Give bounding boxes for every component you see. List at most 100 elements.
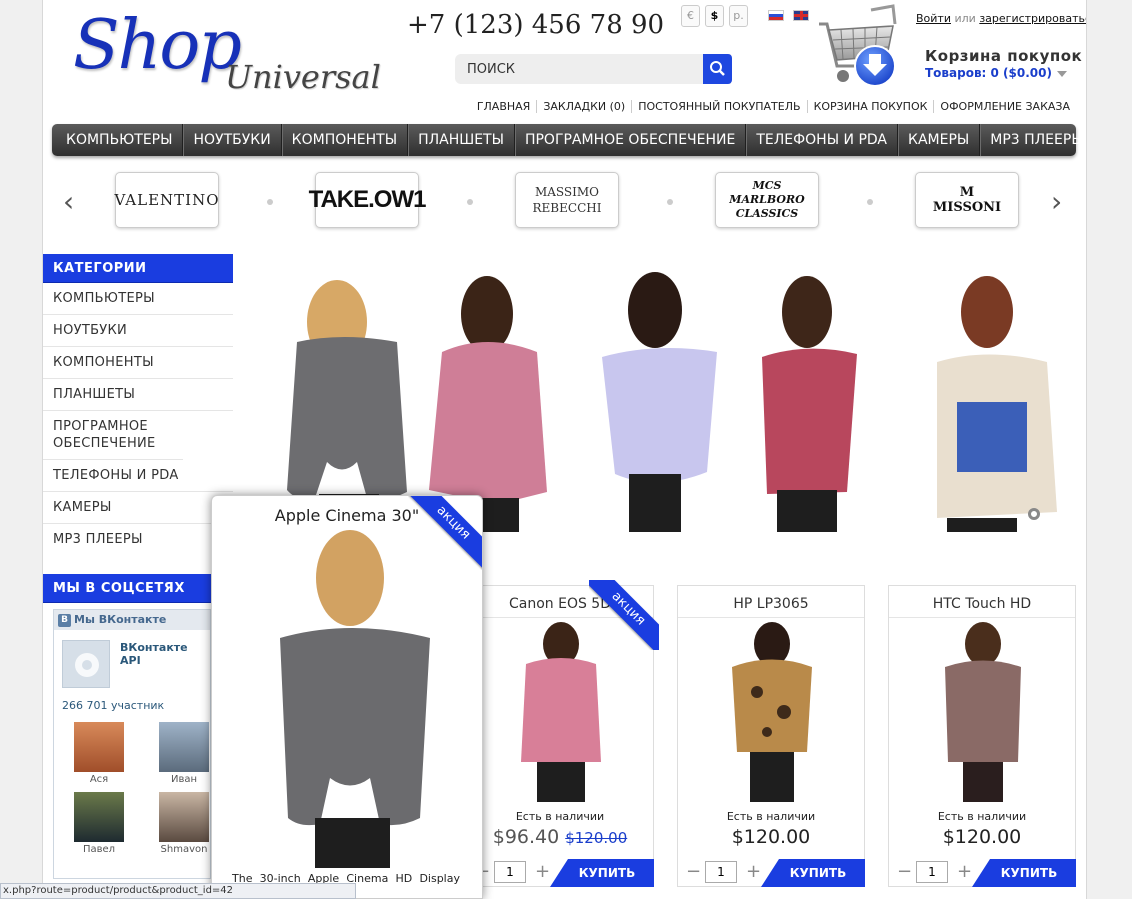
avatar [159,722,209,772]
sidebar-item-laptops[interactable]: НОУТБУКИ [43,315,233,347]
carousel-separator [267,199,273,205]
brand-take-two[interactable]: TAKE.OW1 [309,172,426,228]
quantity-stepper: − + [895,860,975,884]
avatar [159,792,209,842]
carousel-separator [667,199,673,205]
buy-button[interactable]: КУПИТЬ [550,859,654,887]
product-card: HP LP3065 Есть в наличии $120.00 − + КУП… [677,585,865,887]
menu-item-components[interactable]: КОМПОНЕНТЫ [282,124,409,156]
menu-item-software[interactable]: ПРОГРАМНОЕ ОБЕСПЕЧЕНИЕ [515,124,747,156]
quantity-input[interactable] [705,861,737,883]
menu-item-cameras[interactable]: КАМЕРЫ [898,124,981,156]
carousel-prev-arrow-icon[interactable]: ‹ [63,185,74,218]
main-menu: КОМПЬЮТЕРЫ НОУТБУКИ КОМПОНЕНТЫ ПЛАНШЕТЫ … [52,124,1084,156]
vk-member[interactable]: Ася [74,722,124,785]
slider-pager-dot[interactable] [1028,508,1040,520]
toplink-home[interactable]: ГЛАВНАЯ [471,100,537,113]
product-image[interactable] [501,622,621,802]
toplink-checkout[interactable]: ОФОРМЛЕНИЕ ЗАКАЗА [933,100,1076,113]
vk-member[interactable]: Shmavon [159,792,209,855]
sidebar-item-phones[interactable]: ТЕЛЕФОНЫ И PDA [43,460,233,492]
menu-item-mp3[interactable]: MP3 ПЛЕЕРЫ [980,124,1086,156]
model-pink-top [429,276,547,532]
minus-icon[interactable]: − [897,863,912,881]
price-old: $120.00 [565,829,628,847]
login-link[interactable]: Войти [916,12,951,25]
brand-valentino[interactable]: VALENTINO [114,172,220,228]
price: $96.40 $120.00 [467,826,653,848]
sidebar-item-cameras[interactable]: КАМЕРЫ [43,492,233,524]
english-flag-icon[interactable] [793,10,809,21]
brand-valentino-logo: VALENTINO [114,191,220,209]
vk-header-text: Мы ВКонтакте [74,613,167,626]
sidebar-item-computers[interactable]: КОМПЬЮТЕРЫ [43,283,233,315]
price: $120.00 [942,826,1022,848]
product-hover-popup[interactable]: Apple Cinema 30" акция The 30-inch Apple… [211,495,483,899]
product-image[interactable] [712,622,832,802]
brand-take-two-logo: TAKE.OW1 [308,186,427,213]
logo-shop-text: Shop [73,6,242,85]
product-name[interactable]: HP LP3065 [678,586,864,618]
gear-icon [75,653,99,677]
brand-missoni[interactable]: M MISSONI [915,172,1019,228]
currency-ruble[interactable]: р. [729,5,748,27]
vk-members-count[interactable]: 266 701 участник [62,699,164,712]
page: Shop Universal +7 (123) 456 78 90 € $ р.… [42,0,1087,899]
sidebar: КАТЕГОРИИ КОМПЬЮТЕРЫ НОУТБУКИ КОМПОНЕНТЫ… [43,254,233,603]
product-image[interactable] [923,622,1043,802]
model-lilac-top [602,272,717,532]
shopping-cart-icon[interactable] [813,4,903,92]
plus-icon[interactable]: + [957,863,972,881]
search-button[interactable] [703,54,732,84]
price-special: $96.40 [492,826,560,848]
browser-status-url: x.php?route=product/product&product_id=4… [0,883,356,899]
site-logo[interactable]: Shop Universal [73,6,383,106]
sidebar-item-mp3[interactable]: MP3 ПЛЕЕРЫ [43,524,233,555]
brand-massimo-rebecchi[interactable]: MASSIMO REBECCHI [515,172,619,228]
vk-member-name: Иван [170,774,198,785]
toplink-bookmarks[interactable]: ЗАКЛАДКИ (0) [536,100,632,113]
menu-item-phones[interactable]: ТЕЛЕФОНЫ И PDA [746,124,898,156]
vk-member[interactable]: Иван [159,722,209,785]
minus-icon[interactable]: − [686,863,701,881]
brand-mcs[interactable]: MCS MARLBORO CLASSICS [715,172,819,228]
availability: Есть в наличии [726,810,816,823]
menu-item-laptops[interactable]: НОУТБУКИ [183,124,282,156]
carousel-next-arrow-icon[interactable]: › [1051,185,1062,218]
currency-euro[interactable]: € [681,5,700,27]
quantity-input[interactable] [494,861,526,883]
popup-product-image[interactable] [260,528,440,868]
avatar [74,722,124,772]
vk-group-name[interactable]: ВКонтакте API [120,641,210,667]
vk-member[interactable]: Павел [74,792,124,855]
phone-number: +7 (123) 456 78 90 [407,10,665,40]
search-box [455,54,731,84]
quantity-input[interactable] [916,861,948,883]
plus-icon[interactable]: + [746,863,761,881]
vk-logo-icon: В [58,613,71,627]
russian-flag-icon[interactable] [768,10,784,21]
currency-dollar[interactable]: $ [705,5,724,27]
cart-title[interactable]: Корзина покупок [925,47,1082,65]
plus-icon[interactable]: + [535,863,550,881]
cart-summary[interactable]: Товаров: 0 ($0.00) [925,66,1067,80]
toplink-account[interactable]: ПОСТОЯННЫЙ ПОКУПАТЕЛЬ [631,100,807,113]
availability: Есть в наличии [515,810,605,823]
buy-button[interactable]: КУПИТЬ [972,859,1076,887]
sidebar-item-components[interactable]: КОМПОНЕНТЫ [43,347,233,379]
hero-slider[interactable] [247,262,1067,532]
vk-widget-header[interactable]: В Мы ВКонтакте [54,610,210,630]
brand-massimo-rebecchi-logo: MASSIMO REBECCHI [532,185,602,215]
menu-item-computers[interactable]: КОМПЬЮТЕРЫ [52,124,184,156]
price: $120.00 [731,826,811,848]
search-input[interactable] [467,59,697,79]
sidebar-item-tablets[interactable]: ПЛАНШЕТЫ [43,379,233,411]
chevron-down-icon [1056,70,1067,77]
register-link[interactable]: зарегистрироваться [979,12,1086,25]
toplink-cart[interactable]: КОРЗИНА ПОКУПОК [806,100,934,113]
buy-button[interactable]: КУПИТЬ [761,859,865,887]
product-name[interactable]: HTC Touch HD [889,586,1075,618]
sidebar-item-software[interactable]: ПРОГРАМНОЕ ОБЕСПЕЧЕНИЕ [43,411,183,460]
vk-group-avatar[interactable] [62,640,110,688]
menu-item-tablets[interactable]: ПЛАНШЕТЫ [408,124,515,156]
